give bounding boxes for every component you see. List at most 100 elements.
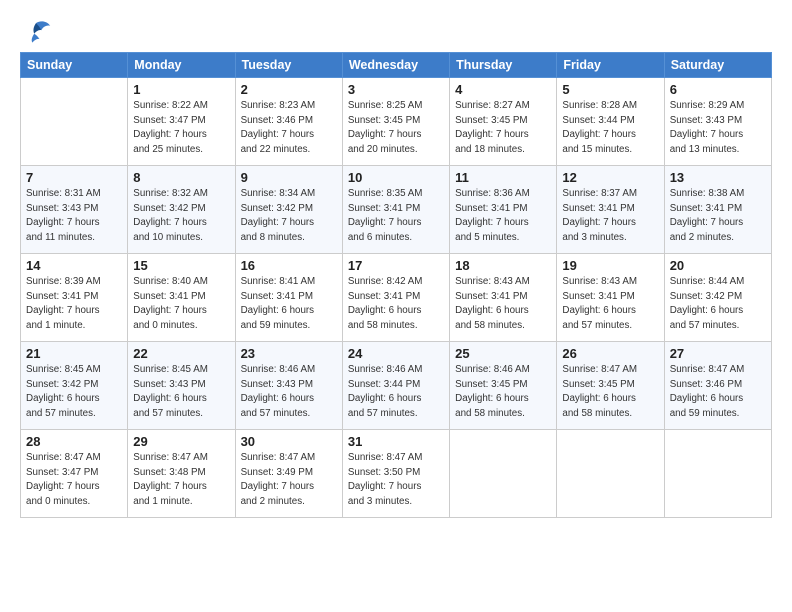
day-cell: 10 Sunrise: 8:35 AM Sunset: 3:41 PM Dayli… [342, 166, 449, 254]
header-row: SundayMondayTuesdayWednesdayThursdayFrid… [21, 53, 772, 78]
day-number: 21 [26, 346, 122, 361]
day-cell: 21 Sunrise: 8:45 AM Sunset: 3:42 PM Dayli… [21, 342, 128, 430]
day-info: Sunrise: 8:34 AM Sunset: 3:42 PM Dayligh… [241, 187, 337, 246]
day-info: Sunrise: 8:47 AM Sunset: 3:46 PM Dayligh… [670, 363, 766, 422]
week-row-3: 14 Sunrise: 8:39 AM Sunset: 3:41 PM Dayli… [21, 254, 772, 342]
day-number: 5 [562, 82, 658, 97]
day-info: Sunrise: 8:44 AM Sunset: 3:42 PM Dayligh… [670, 275, 766, 334]
day-number: 12 [562, 170, 658, 185]
header [20, 18, 772, 46]
day-number: 11 [455, 170, 551, 185]
day-info: Sunrise: 8:43 AM Sunset: 3:41 PM Dayligh… [562, 275, 658, 334]
week-row-1: 1 Sunrise: 8:22 AM Sunset: 3:47 PM Daylig… [21, 78, 772, 166]
day-cell: 11Sunrise: 8:36 AM Sunset: 3:41 PM Dayli… [450, 166, 557, 254]
day-number: 31 [348, 434, 444, 449]
day-number: 13 [670, 170, 766, 185]
col-header-saturday: Saturday [664, 53, 771, 78]
day-cell [21, 78, 128, 166]
day-info: Sunrise: 8:40 AM Sunset: 3:41 PM Dayligh… [133, 275, 229, 334]
day-info: Sunrise: 8:37 AM Sunset: 3:41 PM Dayligh… [562, 187, 658, 246]
day-info: Sunrise: 8:47 AM Sunset: 3:49 PM Dayligh… [241, 451, 337, 510]
day-cell [557, 430, 664, 518]
day-info: Sunrise: 8:39 AM Sunset: 3:41 PM Dayligh… [26, 275, 122, 334]
day-info: Sunrise: 8:22 AM Sunset: 3:47 PM Dayligh… [133, 99, 229, 158]
day-cell: 3 Sunrise: 8:25 AM Sunset: 3:45 PM Daylig… [342, 78, 449, 166]
day-info: Sunrise: 8:25 AM Sunset: 3:45 PM Dayligh… [348, 99, 444, 158]
day-info: Sunrise: 8:38 AM Sunset: 3:41 PM Dayligh… [670, 187, 766, 246]
day-number: 16 [241, 258, 337, 273]
week-row-5: 28 Sunrise: 8:47 AM Sunset: 3:47 PM Dayli… [21, 430, 772, 518]
day-info: Sunrise: 8:47 AM Sunset: 3:48 PM Dayligh… [133, 451, 229, 510]
day-number: 22 [133, 346, 229, 361]
day-info: Sunrise: 8:45 AM Sunset: 3:42 PM Dayligh… [26, 363, 122, 422]
day-cell: 24Sunrise: 8:46 AM Sunset: 3:44 PM Dayli… [342, 342, 449, 430]
day-cell: 20 Sunrise: 8:44 AM Sunset: 3:42 PM Dayli… [664, 254, 771, 342]
day-cell: 12 Sunrise: 8:37 AM Sunset: 3:41 PM Dayli… [557, 166, 664, 254]
col-header-friday: Friday [557, 53, 664, 78]
day-info: Sunrise: 8:31 AM Sunset: 3:43 PM Dayligh… [26, 187, 122, 246]
day-cell: 9Sunrise: 8:34 AM Sunset: 3:42 PM Daylig… [235, 166, 342, 254]
day-number: 10 [348, 170, 444, 185]
day-cell: 5 Sunrise: 8:28 AM Sunset: 3:44 PM Daylig… [557, 78, 664, 166]
day-number: 15 [133, 258, 229, 273]
day-info: Sunrise: 8:46 AM Sunset: 3:45 PM Dayligh… [455, 363, 551, 422]
day-number: 29 [133, 434, 229, 449]
day-number: 3 [348, 82, 444, 97]
day-info: Sunrise: 8:28 AM Sunset: 3:44 PM Dayligh… [562, 99, 658, 158]
day-cell: 7 Sunrise: 8:31 AM Sunset: 3:43 PM Daylig… [21, 166, 128, 254]
logo [20, 18, 56, 46]
day-info: Sunrise: 8:29 AM Sunset: 3:43 PM Dayligh… [670, 99, 766, 158]
col-header-monday: Monday [128, 53, 235, 78]
day-number: 17 [348, 258, 444, 273]
day-cell [664, 430, 771, 518]
day-cell: 4Sunrise: 8:27 AM Sunset: 3:45 PM Daylig… [450, 78, 557, 166]
day-cell: 15 Sunrise: 8:40 AM Sunset: 3:41 PM Dayli… [128, 254, 235, 342]
day-info: Sunrise: 8:35 AM Sunset: 3:41 PM Dayligh… [348, 187, 444, 246]
day-cell: 17 Sunrise: 8:42 AM Sunset: 3:41 PM Dayli… [342, 254, 449, 342]
logo-icon [20, 18, 52, 46]
day-cell: 31 Sunrise: 8:47 AM Sunset: 3:50 PM Dayli… [342, 430, 449, 518]
day-info: Sunrise: 8:42 AM Sunset: 3:41 PM Dayligh… [348, 275, 444, 334]
day-info: Sunrise: 8:41 AM Sunset: 3:41 PM Dayligh… [241, 275, 337, 334]
day-cell: 18Sunrise: 8:43 AM Sunset: 3:41 PM Dayli… [450, 254, 557, 342]
day-number: 8 [133, 170, 229, 185]
day-number: 28 [26, 434, 122, 449]
col-header-thursday: Thursday [450, 53, 557, 78]
day-cell: 26 Sunrise: 8:47 AM Sunset: 3:45 PM Dayli… [557, 342, 664, 430]
day-cell: 8 Sunrise: 8:32 AM Sunset: 3:42 PM Daylig… [128, 166, 235, 254]
page: SundayMondayTuesdayWednesdayThursdayFrid… [0, 0, 792, 528]
day-number: 23 [241, 346, 337, 361]
day-cell: 13 Sunrise: 8:38 AM Sunset: 3:41 PM Dayli… [664, 166, 771, 254]
col-header-tuesday: Tuesday [235, 53, 342, 78]
day-number: 18 [455, 258, 551, 273]
day-number: 14 [26, 258, 122, 273]
day-number: 19 [562, 258, 658, 273]
day-number: 1 [133, 82, 229, 97]
day-number: 7 [26, 170, 122, 185]
day-info: Sunrise: 8:47 AM Sunset: 3:47 PM Dayligh… [26, 451, 122, 510]
day-cell: 6Sunrise: 8:29 AM Sunset: 3:43 PM Daylig… [664, 78, 771, 166]
day-info: Sunrise: 8:46 AM Sunset: 3:43 PM Dayligh… [241, 363, 337, 422]
day-info: Sunrise: 8:46 AM Sunset: 3:44 PM Dayligh… [348, 363, 444, 422]
day-number: 20 [670, 258, 766, 273]
day-cell: 25 Sunrise: 8:46 AM Sunset: 3:45 PM Dayli… [450, 342, 557, 430]
day-cell: 22 Sunrise: 8:45 AM Sunset: 3:43 PM Dayli… [128, 342, 235, 430]
day-cell: 29 Sunrise: 8:47 AM Sunset: 3:48 PM Dayli… [128, 430, 235, 518]
day-info: Sunrise: 8:47 AM Sunset: 3:45 PM Dayligh… [562, 363, 658, 422]
day-info: Sunrise: 8:23 AM Sunset: 3:46 PM Dayligh… [241, 99, 337, 158]
day-cell: 28 Sunrise: 8:47 AM Sunset: 3:47 PM Dayli… [21, 430, 128, 518]
col-header-sunday: Sunday [21, 53, 128, 78]
day-info: Sunrise: 8:32 AM Sunset: 3:42 PM Dayligh… [133, 187, 229, 246]
day-info: Sunrise: 8:45 AM Sunset: 3:43 PM Dayligh… [133, 363, 229, 422]
week-row-4: 21 Sunrise: 8:45 AM Sunset: 3:42 PM Dayli… [21, 342, 772, 430]
day-cell: 1 Sunrise: 8:22 AM Sunset: 3:47 PM Daylig… [128, 78, 235, 166]
day-info: Sunrise: 8:47 AM Sunset: 3:50 PM Dayligh… [348, 451, 444, 510]
day-number: 26 [562, 346, 658, 361]
week-row-2: 7 Sunrise: 8:31 AM Sunset: 3:43 PM Daylig… [21, 166, 772, 254]
day-number: 2 [241, 82, 337, 97]
day-cell: 16 Sunrise: 8:41 AM Sunset: 3:41 PM Dayli… [235, 254, 342, 342]
day-number: 25 [455, 346, 551, 361]
day-number: 27 [670, 346, 766, 361]
day-number: 4 [455, 82, 551, 97]
day-cell: 19 Sunrise: 8:43 AM Sunset: 3:41 PM Dayli… [557, 254, 664, 342]
